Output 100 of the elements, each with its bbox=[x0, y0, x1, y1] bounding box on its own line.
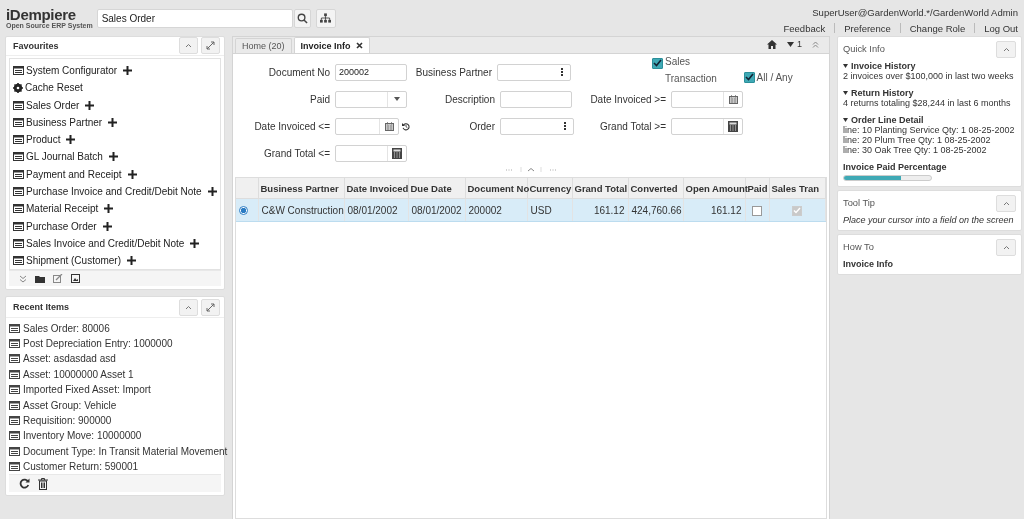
panel-title: Favourites bbox=[13, 40, 59, 51]
checkbox-label: Sales Transaction bbox=[665, 54, 717, 86]
field-label: Grand Total <= bbox=[263, 147, 330, 159]
favourite-item[interactable]: Purchase Order bbox=[26, 220, 97, 232]
text-field[interactable]: 200002 bbox=[335, 63, 407, 81]
refresh-icon[interactable] bbox=[19, 478, 30, 490]
trash-icon[interactable] bbox=[38, 477, 48, 490]
plus-icon[interactable] bbox=[127, 169, 137, 179]
window-icon bbox=[9, 385, 20, 395]
checkbox[interactable] bbox=[743, 71, 755, 83]
field-label: Date Invoiced >= bbox=[589, 93, 666, 105]
window-icon bbox=[9, 446, 20, 456]
home-icon[interactable] bbox=[767, 39, 777, 49]
plus-icon[interactable] bbox=[85, 100, 95, 110]
favourite-item[interactable]: Sales Order bbox=[26, 99, 80, 111]
tab[interactable]: Invoice Info bbox=[293, 37, 370, 53]
checkbox[interactable] bbox=[652, 57, 663, 69]
maximize-button[interactable] bbox=[201, 298, 220, 316]
calendar-icon[interactable] bbox=[384, 121, 394, 131]
recent-item[interactable]: Sales Order: 80006 bbox=[23, 322, 110, 334]
caret-down-icon bbox=[843, 64, 848, 68]
recent-item[interactable]: Customer Return: 590001 bbox=[23, 461, 139, 473]
plus-icon[interactable] bbox=[104, 204, 114, 214]
row-radio[interactable] bbox=[239, 206, 248, 216]
header-link[interactable]: Change Role bbox=[909, 22, 966, 34]
tree-menu-button[interactable] bbox=[315, 8, 336, 28]
recent-item[interactable]: Asset: asdasdad asd bbox=[23, 353, 116, 365]
recent-item[interactable]: Inventory Move: 10000000 bbox=[23, 430, 142, 442]
favourite-item[interactable]: Payment and Receipt bbox=[26, 168, 122, 180]
plus-icon[interactable] bbox=[108, 117, 118, 127]
plus-icon[interactable] bbox=[108, 152, 118, 162]
number-field[interactable] bbox=[671, 117, 743, 135]
column-header[interactable]: Sales Tran bbox=[769, 178, 826, 199]
favourite-item[interactable]: Purchase Invoice and Credit/Debit Note bbox=[26, 186, 202, 198]
reset-icon[interactable] bbox=[402, 121, 410, 131]
section-header[interactable]: Return History bbox=[843, 88, 1016, 98]
search-field[interactable]: Sales Order bbox=[96, 8, 293, 28]
recent-item[interactable]: Requisition: 900000 bbox=[23, 414, 112, 426]
caret-down-icon bbox=[843, 91, 848, 95]
calculator-icon[interactable] bbox=[728, 120, 738, 132]
favourite-item[interactable]: GL Journal Batch bbox=[26, 151, 103, 163]
text-field[interactable] bbox=[500, 90, 572, 108]
plus-icon[interactable] bbox=[123, 66, 133, 75]
field-label: Document No bbox=[267, 66, 330, 78]
window-icon bbox=[9, 400, 20, 410]
edit-icon[interactable] bbox=[53, 274, 63, 284]
double-chevron-down-icon[interactable] bbox=[19, 274, 27, 283]
recent-item[interactable]: Asset: 10000000 Asset 1 bbox=[23, 368, 134, 380]
plus-icon[interactable] bbox=[190, 238, 200, 248]
field-label: Grand Total >= bbox=[599, 120, 666, 132]
panel-title: Tool Tip bbox=[843, 198, 876, 208]
tab-list-dropdown[interactable]: 1 bbox=[787, 39, 802, 49]
favourite-item[interactable]: Sales Invoice and Credit/Debit Note bbox=[26, 237, 185, 249]
image-icon[interactable] bbox=[71, 274, 80, 284]
plus-icon[interactable] bbox=[207, 187, 217, 197]
section-header[interactable]: Invoice History bbox=[843, 61, 1016, 71]
favourite-item[interactable]: System Configurator bbox=[26, 65, 118, 76]
header-link[interactable]: Feedback bbox=[783, 22, 826, 34]
column-header[interactable]: Grand Total bbox=[572, 178, 628, 199]
window-icon bbox=[13, 100, 24, 110]
close-icon[interactable] bbox=[355, 42, 363, 49]
favourite-item[interactable]: Cache Reset bbox=[25, 82, 83, 94]
column-header[interactable]: Business Partner bbox=[258, 178, 344, 199]
favourite-item[interactable]: Shipment (Customer) bbox=[26, 255, 122, 267]
tree-icon bbox=[320, 13, 332, 23]
search-field[interactable] bbox=[497, 63, 571, 81]
column-header[interactable]: Document No bbox=[465, 178, 527, 199]
column-header[interactable]: Due Date bbox=[408, 178, 465, 199]
tab[interactable]: Home (20) bbox=[235, 38, 292, 53]
plus-icon[interactable] bbox=[102, 221, 112, 231]
caret-up-icon bbox=[185, 43, 192, 49]
number-field[interactable] bbox=[335, 144, 407, 162]
recent-item[interactable]: Post Depreciation Entry: 1000000 bbox=[23, 338, 173, 349]
section-header[interactable]: Order Line Detail bbox=[843, 115, 1016, 125]
recent-item[interactable]: Asset Group: Vehicle bbox=[23, 399, 117, 411]
date-field[interactable] bbox=[671, 90, 743, 108]
progress-label: Invoice Paid Percentage bbox=[843, 162, 948, 172]
dropdown-field[interactable] bbox=[335, 90, 407, 108]
plus-icon[interactable] bbox=[66, 135, 76, 145]
date-field[interactable] bbox=[335, 117, 400, 135]
favourite-item[interactable]: Material Receipt bbox=[26, 203, 99, 215]
favourite-item[interactable]: Product bbox=[26, 134, 61, 146]
info-line: line: 10 Planting Service Qty: 1 08-25-2002 bbox=[843, 125, 1016, 135]
splitter-handle-icon[interactable] bbox=[506, 167, 556, 172]
column-header[interactable]: Date Invoiced bbox=[344, 178, 408, 199]
calendar-icon[interactable] bbox=[728, 94, 738, 104]
header-link[interactable]: Preference bbox=[844, 22, 891, 34]
info-line: 4 returns totaling $28,244 in last 6 months bbox=[843, 98, 1012, 108]
calculator-icon[interactable] bbox=[392, 147, 402, 159]
recent-item[interactable]: Document Type: In Transit Material Movement bbox=[23, 445, 228, 457]
folder-icon[interactable] bbox=[35, 274, 45, 283]
plus-icon[interactable] bbox=[127, 256, 137, 266]
recent-item[interactable]: Imported Fixed Asset: Import bbox=[23, 384, 151, 396]
maximize-button[interactable] bbox=[201, 37, 220, 55]
field-label: Description bbox=[443, 93, 495, 105]
search-button[interactable] bbox=[293, 8, 311, 28]
search-field[interactable] bbox=[500, 117, 574, 135]
header-link[interactable]: Log Out bbox=[984, 22, 1018, 34]
column-header[interactable]: Converted bbox=[628, 178, 683, 199]
favourite-item[interactable]: Business Partner bbox=[26, 116, 103, 128]
